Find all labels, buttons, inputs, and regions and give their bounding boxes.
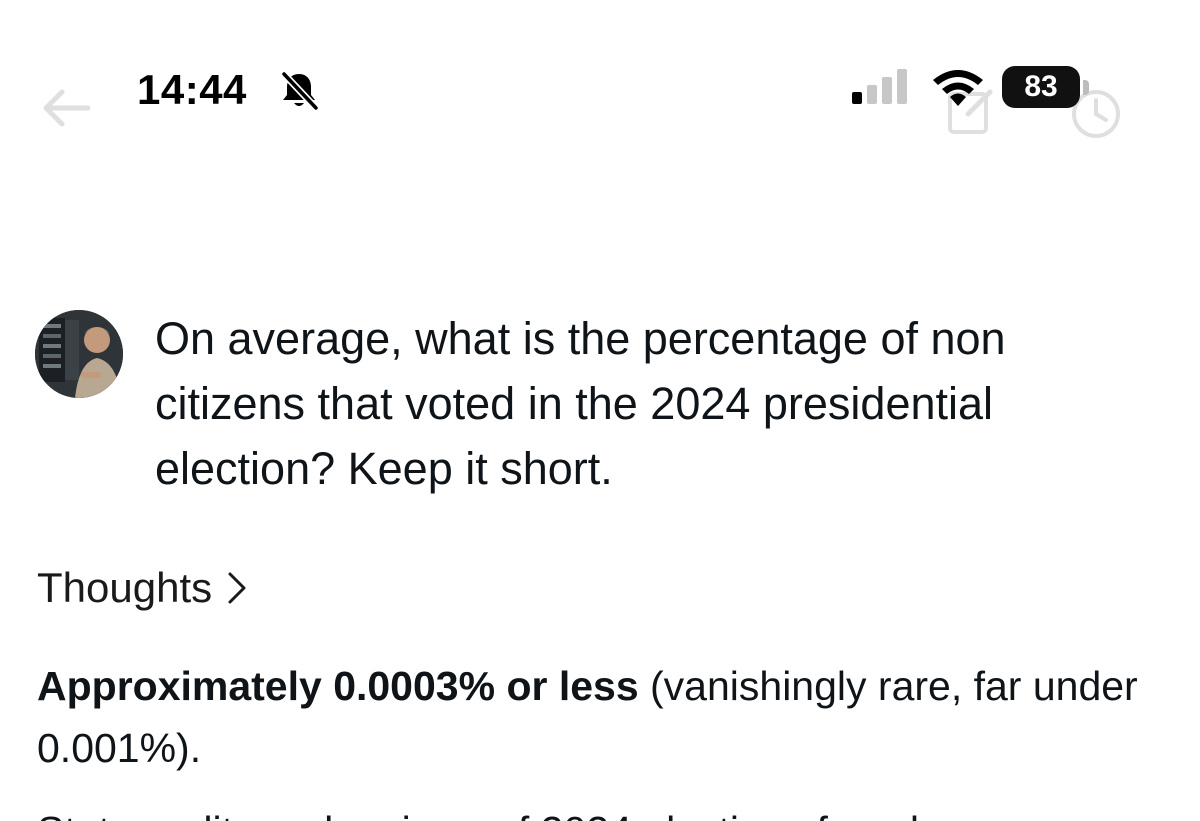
answer-continuation: State audits and reviews of 2024 electio…: [37, 800, 1167, 821]
chevron-right-icon: [228, 572, 246, 604]
battery-percent: 83: [1002, 66, 1080, 108]
answer-highlight: Approximately 0.0003% or less: [37, 663, 639, 709]
assistant-answer: Approximately 0.0003% or less (vanishing…: [37, 655, 1167, 779]
avatar-photo: [35, 310, 123, 398]
back-arrow-icon[interactable]: [40, 86, 92, 130]
avatar[interactable]: [35, 310, 123, 398]
bell-slash-icon: [280, 70, 320, 110]
wifi-icon: [933, 70, 983, 106]
app-screen: 14:44 83 On average, what is the percent…: [0, 0, 1200, 821]
battery-nub: [1083, 80, 1089, 95]
thoughts-label: Thoughts: [37, 564, 213, 611]
user-question: On average, what is the percentage of no…: [155, 313, 1006, 494]
status-time: 14:44: [137, 66, 247, 113]
thoughts-toggle[interactable]: Thoughts: [37, 564, 248, 612]
battery-icon: 83: [1002, 66, 1092, 110]
cellular-signal-icon: [852, 69, 907, 104]
